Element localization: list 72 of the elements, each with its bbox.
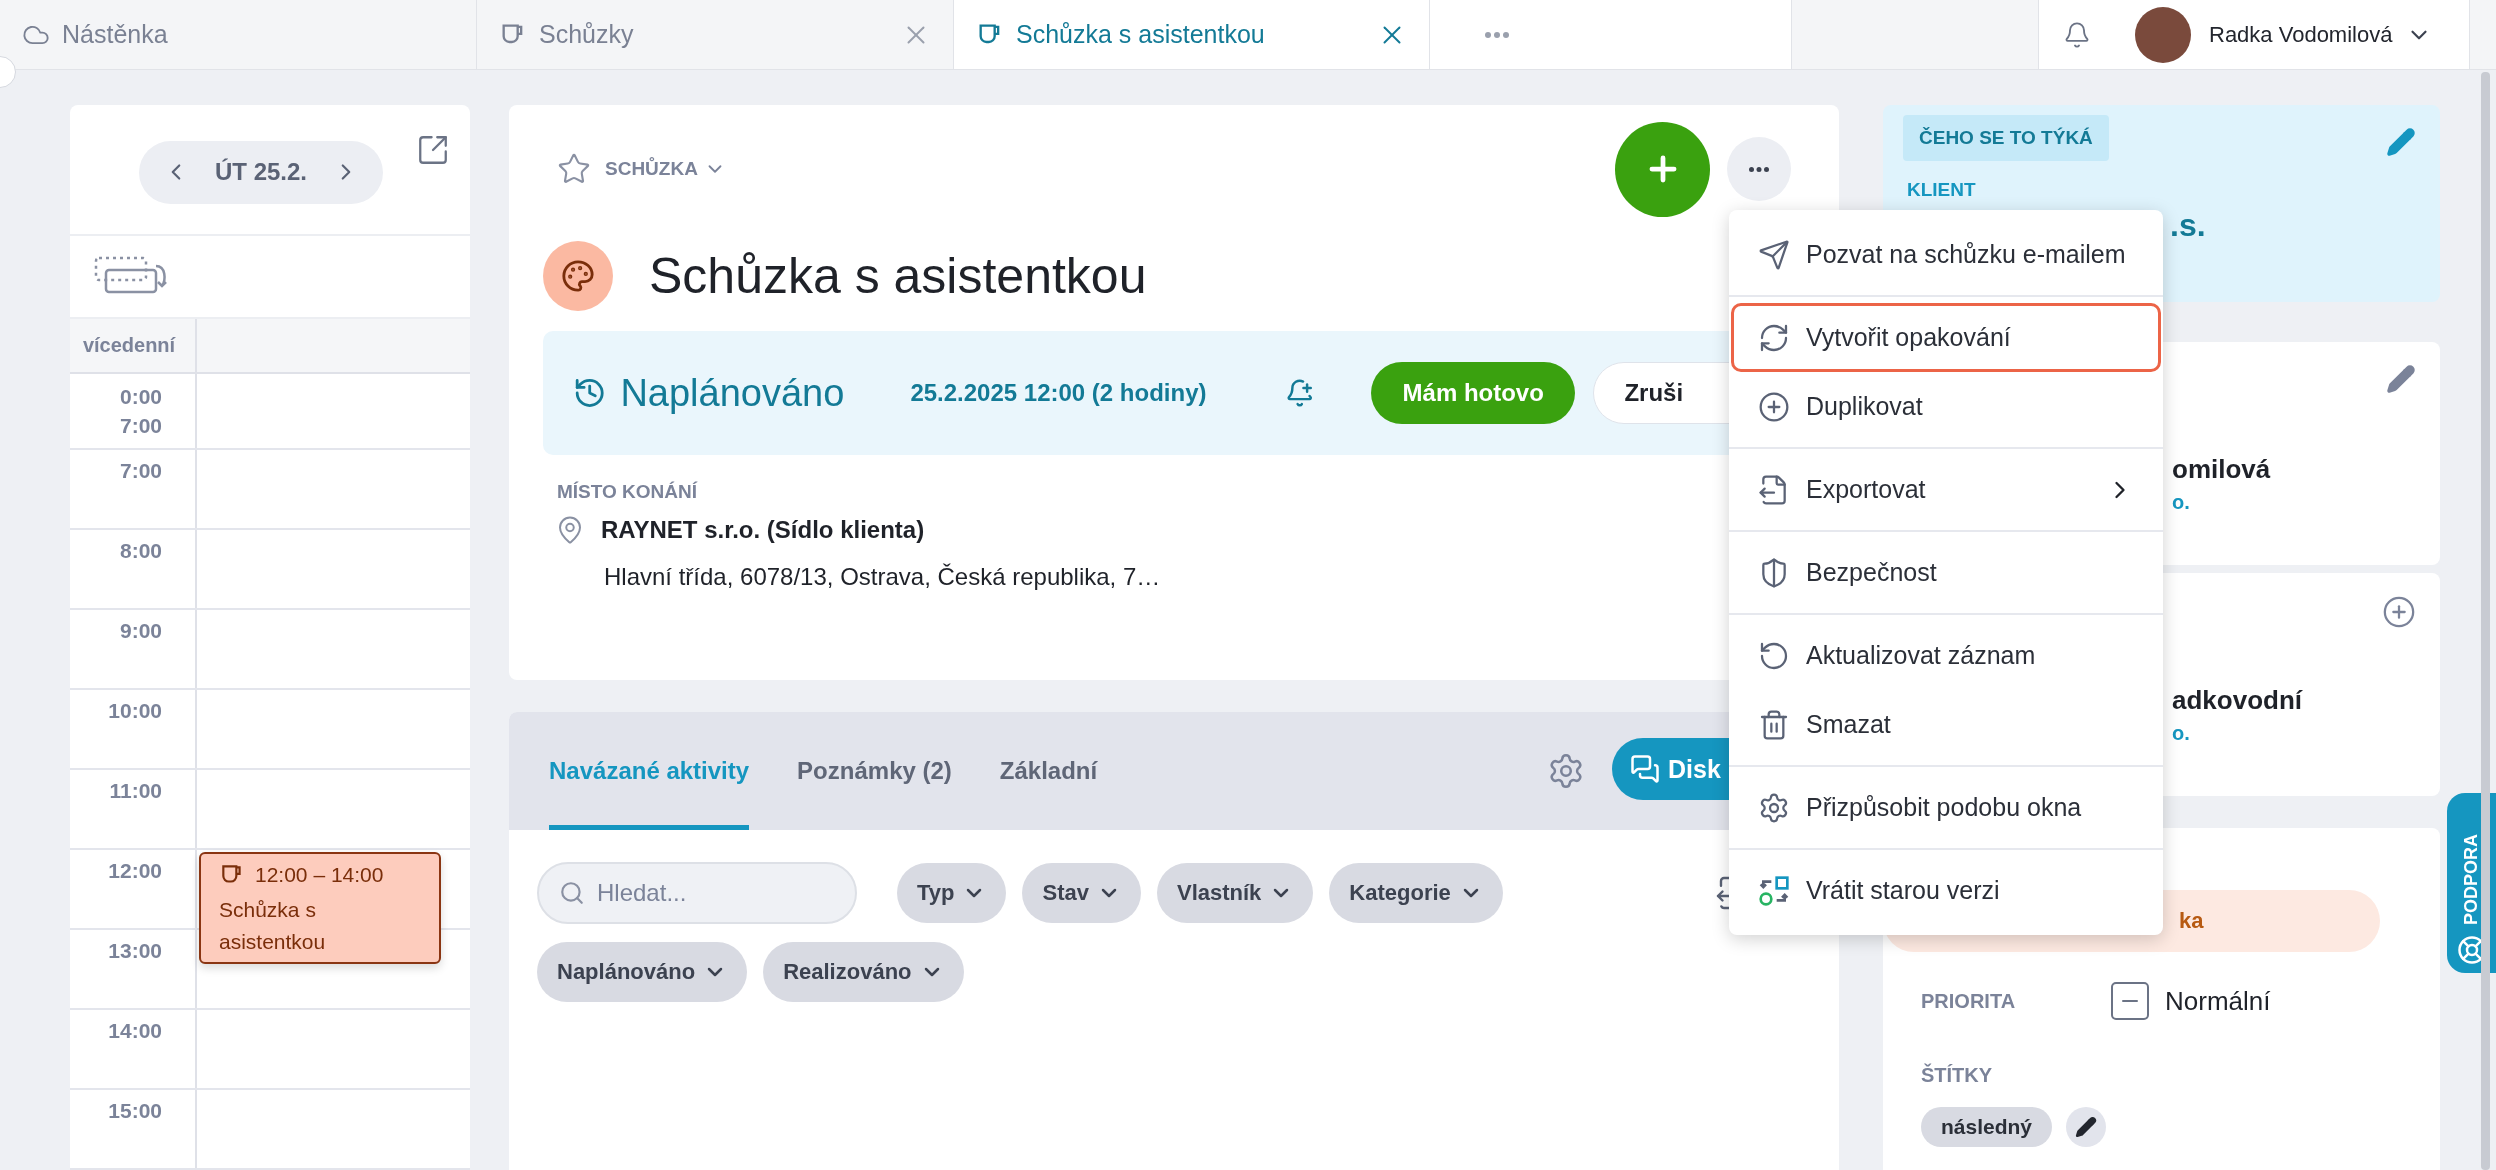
calendar-event[interactable]: 12:00 – 14:00 Schůzka s asistentkou: [199, 852, 441, 964]
time-label: 10:00: [108, 698, 162, 724]
star-icon[interactable]: [557, 152, 591, 186]
scrollbar[interactable]: [2481, 72, 2490, 1170]
palette-icon: [561, 259, 595, 293]
time-label: 0:00: [119, 384, 162, 410]
time-label: 14:00: [108, 1018, 162, 1044]
edit-icon[interactable]: [2386, 127, 2416, 157]
bell-icon[interactable]: [2063, 20, 2091, 49]
priority-value: Normální: [2165, 985, 2271, 1017]
filter-chip[interactable]: Realizováno: [763, 942, 964, 1002]
trash-icon: [1758, 708, 1790, 741]
expand-icon[interactable]: [416, 133, 450, 167]
client-label: KLIENT: [1907, 179, 1977, 201]
tab[interactable]: Základní: [999, 712, 1098, 830]
location-name: RAYNET s.r.o. (Sídlo klienta): [601, 516, 925, 544]
date-label: ÚT 25.2.: [214, 158, 307, 187]
search-field[interactable]: Hledat...: [537, 862, 857, 924]
versions-icon: [1758, 874, 1790, 907]
filter-chip[interactable]: Typ: [897, 863, 1007, 923]
section-label: ČEHO SE TO TÝKÁ: [1903, 115, 2109, 161]
time-label: 13:00: [108, 938, 162, 964]
send-icon: [1758, 238, 1790, 271]
status-label: Naplánováno: [620, 371, 845, 415]
menu-item[interactable]: Pozvat na schůzku e-mailem: [1731, 220, 2161, 289]
user-name[interactable]: Radka Vodomilová: [2209, 21, 2393, 48]
tab[interactable]: Schůzka s asistentkou: [954, 0, 1430, 69]
person-name[interactable]: omilová: [2172, 454, 2440, 485]
edit-icon[interactable]: [2386, 364, 2416, 394]
priority-label: PRIORITA: [1921, 989, 2017, 1013]
tags-label: ŠTÍTKY: [1921, 1064, 1994, 1087]
event-time: 12:00 – 14:00: [255, 863, 384, 887]
priority-icon: [2111, 982, 2149, 1020]
record-title: Schůzka s asistentkou: [649, 247, 1147, 305]
person-name[interactable]: adkovodní: [2172, 685, 2440, 716]
edit-tags-button[interactable]: [2066, 1107, 2107, 1147]
time-label: 11:00: [109, 778, 162, 804]
time-label: 7:00: [119, 458, 162, 484]
add-icon[interactable]: [2382, 595, 2416, 629]
client-name[interactable]: .s.: [2170, 207, 2420, 244]
reminder-icon[interactable]: [1284, 378, 1314, 408]
menu-item[interactable]: Vytvořit opakování: [1731, 303, 2161, 372]
multi-day-label: vícedenní: [81, 332, 176, 358]
edit-icon: [2075, 1116, 2098, 1138]
filter-chip[interactable]: Vlastník: [1156, 863, 1314, 923]
time-label: 7:00: [119, 413, 162, 439]
address: Hlavní třída, 6078/13, Ostrava, Česká republika, 7…: [604, 563, 1161, 591]
menu-item[interactable]: Bezpečnost: [1731, 538, 2161, 607]
filter-chip[interactable]: Stav: [1022, 863, 1141, 923]
chat-icon: [1630, 754, 1660, 784]
menu-item[interactable]: Exportovat: [1731, 455, 2161, 524]
status-icon: [573, 376, 607, 410]
tag[interactable]: následný: [1921, 1107, 2053, 1147]
time-label: 9:00: [119, 618, 162, 644]
settings-icon: [1758, 791, 1790, 824]
location-label: MÍSTO KONÁNÍ: [557, 481, 698, 503]
duplicate-icon: [1758, 390, 1790, 423]
menu-item[interactable]: Vrátit starou verzi: [1731, 856, 2161, 925]
tab[interactable]: Poznámky (2): [797, 712, 952, 830]
date-switcher[interactable]: ÚT 25.2.: [138, 140, 383, 204]
filter-chip[interactable]: Kategorie: [1329, 863, 1503, 923]
filter-chip[interactable]: Naplánováno: [537, 942, 748, 1002]
time-label: 12:00: [108, 858, 162, 884]
more-icon: [1748, 166, 1770, 172]
time-label: 8:00: [119, 538, 162, 564]
event-title: Schůzka s asistentkou: [219, 897, 327, 955]
type-selector[interactable]: SCHŮZKA: [605, 158, 726, 180]
date-time: 25.2.2025 12:00 (2 hodiny): [910, 379, 1207, 407]
menu-item[interactable]: Aktualizovat záznam: [1731, 621, 2161, 690]
more-icon: [1485, 31, 1509, 38]
time-label: 15:00: [108, 1098, 162, 1124]
settings-icon[interactable]: [1547, 752, 1585, 790]
